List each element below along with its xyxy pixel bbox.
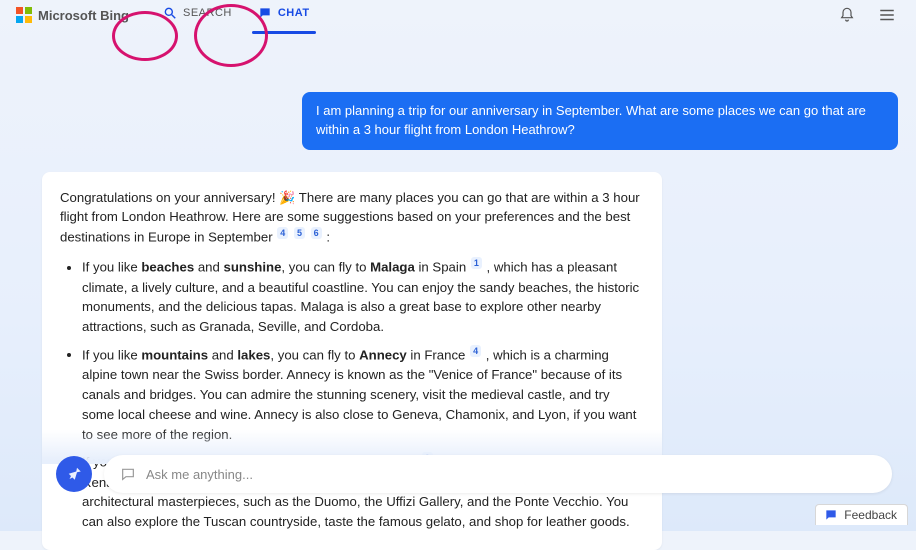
feedback-label: Feedback xyxy=(844,508,897,522)
list-item: If you like beaches and sunshine, you ca… xyxy=(82,257,644,337)
ask-placeholder: Ask me anything... xyxy=(146,467,253,482)
header-actions xyxy=(838,6,896,24)
brand[interactable]: Microsoft Bing xyxy=(16,7,129,23)
citation[interactable]: 4 xyxy=(470,345,481,357)
bot-intro-c: : xyxy=(326,230,330,245)
hamburger-menu-icon[interactable] xyxy=(878,6,896,24)
user-message-text: I am planning a trip for our anniversary… xyxy=(316,103,866,137)
tab-chat[interactable]: CHAT xyxy=(258,6,310,24)
bot-response-card: Congratulations on your anniversary! 🎉 T… xyxy=(42,172,662,550)
brand-text: Microsoft Bing xyxy=(38,8,129,23)
bot-intro: Congratulations on your anniversary! 🎉 T… xyxy=(60,188,644,248)
header: Microsoft Bing SEARCH CHAT xyxy=(0,0,916,28)
tabs: SEARCH CHAT xyxy=(163,6,310,24)
party-popper-icon: 🎉 xyxy=(279,190,295,205)
tab-chat-label: CHAT xyxy=(278,7,310,19)
search-icon xyxy=(163,6,177,20)
chat-icon xyxy=(258,6,272,20)
feedback-button[interactable]: Feedback xyxy=(815,504,908,525)
ask-input[interactable]: Ask me anything... xyxy=(104,455,892,493)
chat-bubble-icon xyxy=(120,466,136,482)
bot-intro-a: Congratulations on your anniversary! xyxy=(60,190,279,205)
new-topic-button[interactable] xyxy=(56,456,92,492)
list-item: If you like mountains and lakes, you can… xyxy=(82,345,644,444)
tab-search-label: SEARCH xyxy=(183,7,232,19)
user-message-bubble: I am planning a trip for our anniversary… xyxy=(302,92,898,150)
microsoft-logo-icon xyxy=(16,7,32,23)
citation[interactable]: 6 xyxy=(311,227,322,239)
citation[interactable]: 4 xyxy=(277,227,288,239)
citation[interactable]: 5 xyxy=(294,227,305,239)
tab-search[interactable]: SEARCH xyxy=(163,6,232,24)
citation[interactable]: 1 xyxy=(471,257,482,269)
notifications-icon[interactable] xyxy=(838,6,856,24)
feedback-icon xyxy=(824,508,838,522)
broom-icon xyxy=(65,464,83,485)
input-row: Ask me anything... xyxy=(56,455,892,493)
